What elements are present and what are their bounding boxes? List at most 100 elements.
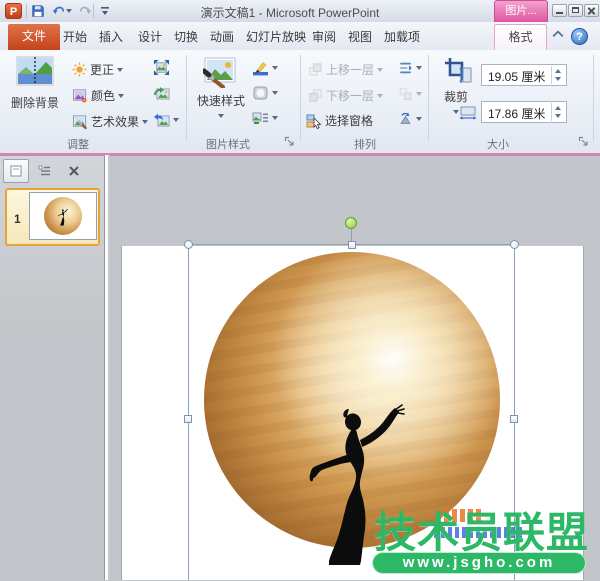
tab-home[interactable]: 开始 xyxy=(58,26,92,50)
customize-qat-button[interactable] xyxy=(96,3,114,19)
qat-separator xyxy=(26,4,27,18)
powerpoint-logo-icon[interactable]: P xyxy=(5,3,22,19)
spin-down-icon xyxy=(555,114,561,118)
selection-border-left xyxy=(188,244,189,580)
spin-up-icon xyxy=(555,69,561,73)
restore-icon xyxy=(572,7,579,13)
contextual-tab-group-header: 图片... xyxy=(494,0,548,22)
tab-format-active[interactable]: 格式 xyxy=(494,24,547,50)
spin-down-icon xyxy=(555,77,561,81)
bring-forward-button: 上移一层 xyxy=(308,61,384,78)
resize-handle-right[interactable] xyxy=(510,415,518,423)
save-icon xyxy=(32,5,44,17)
tab-file[interactable]: 文件 xyxy=(8,24,60,50)
tab-view[interactable]: 视图 xyxy=(343,26,377,50)
change-picture-icon xyxy=(154,87,170,100)
chevron-down-icon xyxy=(416,66,422,70)
slide-number: 1 xyxy=(14,212,21,226)
maximize-button[interactable] xyxy=(568,4,583,17)
outline-tab[interactable] xyxy=(31,159,57,183)
picture-border-button[interactable] xyxy=(252,60,278,76)
selection-pane-label: 选择窗格 xyxy=(325,114,374,128)
compress-pictures-button[interactable] xyxy=(153,59,170,76)
qat-more-icon xyxy=(101,7,109,15)
collapse-ribbon-button[interactable] xyxy=(552,30,566,42)
chevron-down-icon xyxy=(117,67,124,72)
remove-background-button[interactable]: 删除背景 xyxy=(6,56,64,111)
picture-layout-button[interactable] xyxy=(252,110,278,126)
resize-handle-left[interactable] xyxy=(184,415,192,423)
crop-label: 裁剪 xyxy=(443,90,468,104)
slide-thumbnail[interactable] xyxy=(29,192,97,240)
chevron-down-icon xyxy=(218,114,224,118)
shape-height-spinner[interactable] xyxy=(551,66,565,84)
shape-height-icon-wrap xyxy=(459,66,475,84)
group-separator xyxy=(593,55,594,141)
corrections-label: 更正 xyxy=(90,63,115,77)
send-backward-label: 下移一层 xyxy=(326,89,375,103)
rotate-button[interactable] xyxy=(398,112,422,126)
shape-height-field[interactable]: 19.05 厘米 xyxy=(481,64,567,86)
picture-layout-icon xyxy=(252,112,268,124)
tab-insert[interactable]: 插入 xyxy=(94,26,128,50)
tab-transitions[interactable]: 切换 xyxy=(169,26,203,50)
resize-handle-top[interactable] xyxy=(348,241,356,249)
shape-width-field[interactable]: 17.86 厘米 xyxy=(481,101,567,123)
quick-styles-label: 快速样式 xyxy=(196,94,245,108)
size-dialog-launcher[interactable] xyxy=(578,136,589,147)
save-button[interactable] xyxy=(29,3,47,19)
tab-animations[interactable]: 动画 xyxy=(205,26,239,50)
shape-width-spinner[interactable] xyxy=(551,103,565,121)
undo-dropdown[interactable] xyxy=(64,3,74,19)
close-icon xyxy=(69,166,79,176)
artistic-effects-button[interactable]: 艺术效果 xyxy=(72,113,149,130)
reset-picture-button[interactable] xyxy=(153,112,179,128)
remove-background-label: 删除背景 xyxy=(10,96,59,110)
resize-handle-top-right[interactable] xyxy=(510,240,519,249)
thumbnail-dancer xyxy=(58,208,68,226)
title-bar: P 演示文稿1 - Microsoft PowerPoint 图片... xyxy=(0,0,600,23)
group-label-arrange: 排列 xyxy=(354,139,376,151)
tab-addins[interactable]: 加载项 xyxy=(378,26,426,50)
close-button[interactable] xyxy=(584,4,599,17)
send-backward-icon xyxy=(309,89,322,102)
corrections-button[interactable]: 更正 xyxy=(72,61,124,78)
tab-slideshow[interactable]: 幻灯片放映 xyxy=(236,26,316,50)
color-picture-icon xyxy=(72,89,87,103)
quick-styles-icon xyxy=(203,57,236,88)
remove-background-icon xyxy=(16,56,54,86)
group-label-adjust: 调整 xyxy=(67,139,89,151)
change-picture-button[interactable] xyxy=(153,86,170,102)
slides-panel: 1 xyxy=(0,155,104,581)
group-separator xyxy=(300,55,301,141)
tab-design[interactable]: 设计 xyxy=(133,26,167,50)
color-button[interactable]: 颜色 xyxy=(72,87,125,104)
close-panel-button[interactable] xyxy=(61,159,87,183)
chevron-down-icon xyxy=(416,117,422,121)
minimize-button[interactable] xyxy=(552,4,567,17)
rotation-handle[interactable] xyxy=(345,217,357,229)
picture-styles-dialog-launcher[interactable] xyxy=(284,136,295,147)
resize-handle-top-left[interactable] xyxy=(184,240,193,249)
quick-styles-button[interactable]: 快速样式 xyxy=(192,56,250,118)
help-button[interactable]: ? xyxy=(571,28,588,45)
shape-width-icon-wrap xyxy=(459,104,477,120)
chevron-down-icon xyxy=(142,119,149,124)
color-label: 颜色 xyxy=(91,89,116,103)
chevron-down-icon xyxy=(66,9,72,13)
slides-tab[interactable] xyxy=(3,159,29,183)
compress-pictures-icon xyxy=(153,59,170,76)
selection-pane-button[interactable]: 选择窗格 xyxy=(306,112,373,129)
picture-border-icon xyxy=(253,62,268,76)
outline-tab-icon xyxy=(38,165,50,176)
tab-review[interactable]: 审阅 xyxy=(307,26,341,50)
artistic-effects-label: 艺术效果 xyxy=(91,115,140,129)
chevron-down-icon xyxy=(118,93,125,98)
rotate-icon xyxy=(400,112,411,124)
window-title: 演示文稿1 - Microsoft PowerPoint xyxy=(200,6,380,20)
slide-thumbnail-item[interactable]: 1 xyxy=(5,188,100,246)
picture-effects-button[interactable] xyxy=(252,85,278,101)
align-button[interactable] xyxy=(398,61,422,75)
chevron-down-icon xyxy=(377,93,384,98)
group-button xyxy=(398,87,422,101)
